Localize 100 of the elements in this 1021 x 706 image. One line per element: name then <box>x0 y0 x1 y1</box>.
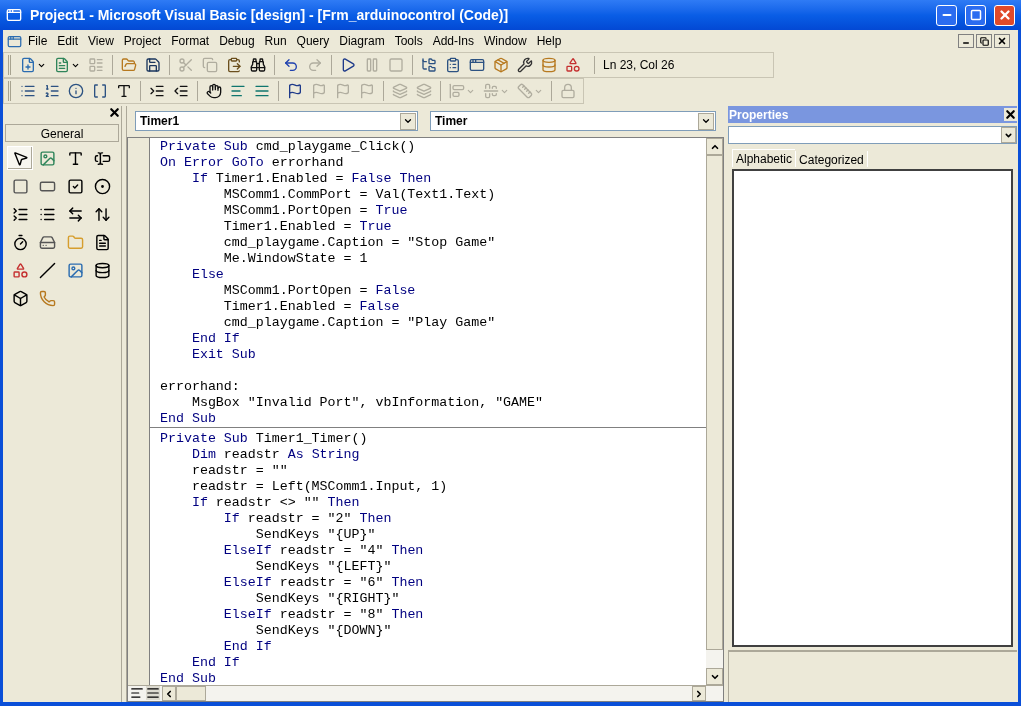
letter-icon <box>66 149 84 167</box>
menu-item[interactable]: Tools <box>390 32 427 50</box>
code-line: Dim readstr As String <box>190 447 360 463</box>
code-line: On Error GoTo errorhand <box>160 155 344 171</box>
shapes-icon <box>565 57 581 73</box>
horizontal-scrollbar[interactable] <box>162 686 706 701</box>
object-dropdown[interactable] <box>728 126 1017 144</box>
code-line: Timer1.Enabled = False <box>222 299 400 315</box>
code-line: MSComm1.PortOpen = False <box>222 283 416 299</box>
code-line: End If <box>190 331 240 347</box>
menu-item[interactable]: Window <box>480 32 531 50</box>
restore-button[interactable] <box>976 34 992 48</box>
ruler-icon <box>517 83 533 99</box>
caret-icon <box>403 116 413 126</box>
wrench-icon <box>517 57 533 73</box>
code-line: End Sub <box>160 411 216 427</box>
minimize-icon <box>962 39 970 47</box>
code-line: ElseIf readstr = "8" Then <box>222 607 424 623</box>
menu-item[interactable]: Edit <box>53 32 83 50</box>
copy-icon <box>202 57 218 73</box>
toolbox-tab[interactable]: General <box>5 124 119 142</box>
menu-item[interactable]: Debug <box>215 32 259 50</box>
redo-arrow-icon <box>307 57 323 73</box>
menu-item[interactable]: Add-Ins <box>428 32 478 50</box>
maximize-icon <box>969 9 982 21</box>
app-icon <box>6 7 22 23</box>
hand-icon <box>206 83 222 99</box>
code-line: readstr = Left(MSComm1.Input, 1) <box>190 479 448 495</box>
close-icon <box>997 36 1007 46</box>
code-line: Private Sub Timer1_Timer() <box>160 431 368 447</box>
code-line: cmd_playgame.Caption = "Stop Game" <box>222 235 496 251</box>
radio-icon <box>94 177 111 195</box>
window-title: Project1 - Microsoft Visual Basic [design] - [Frm_arduinocontrol (Code)] <box>30 5 510 25</box>
minimize-button[interactable] <box>958 34 974 48</box>
code-line: SendKeys "{LEFT}" <box>254 559 392 575</box>
scroll-thumb[interactable] <box>176 686 206 701</box>
close-icon[interactable] <box>1004 108 1017 121</box>
menu-item[interactable]: View <box>84 32 118 50</box>
property-sheet-icon <box>445 57 461 73</box>
code-line: Me.WindowState = 1 <box>222 251 368 267</box>
code-line: ElseIf readstr = "6" Then <box>222 575 424 591</box>
object-dropdown[interactable]: Timer1 <box>135 111 418 131</box>
document-plus-icon <box>20 57 36 73</box>
close-icon <box>997 8 1012 22</box>
telephone-icon <box>39 289 56 307</box>
properties-tab[interactable]: Alphabetic <box>732 149 796 167</box>
code-line: ElseIf readstr = "4" Then <box>222 543 424 559</box>
code-line: errorhand: <box>160 379 240 395</box>
undo-arrow-icon <box>283 57 299 73</box>
toolbox-tool[interactable] <box>7 146 33 170</box>
close-icon[interactable] <box>108 106 121 119</box>
stop-icon <box>388 57 404 73</box>
file-icon <box>94 233 111 251</box>
menu-item[interactable]: Project <box>119 32 166 50</box>
menu-item[interactable]: Run <box>260 32 291 50</box>
code-line: SendKeys "{DOWN}" <box>254 623 392 639</box>
align-icon <box>449 83 465 99</box>
menu-item[interactable]: File <box>24 32 52 50</box>
object-dropdown[interactable]: Timer <box>430 111 716 131</box>
ole-icon <box>11 289 29 307</box>
picture-icon <box>39 149 56 167</box>
numbered-list-icon <box>44 83 60 99</box>
shapes-icon <box>11 261 29 279</box>
text-box-icon <box>94 149 111 167</box>
data-icon <box>94 261 111 279</box>
tree-icon <box>421 57 437 73</box>
check-box-icon <box>66 177 84 195</box>
properties-tab[interactable]: Categorized <box>795 151 868 167</box>
clipboard-icon <box>226 57 242 73</box>
horizontal-scroll-icon <box>66 205 84 223</box>
window-icon <box>469 57 485 73</box>
caret-icon <box>701 116 711 126</box>
menu-item[interactable]: Query <box>292 32 334 50</box>
code-line: End Sub <box>160 671 216 685</box>
flag-icon <box>287 83 303 99</box>
database-icon <box>541 57 557 73</box>
maximize-button[interactable] <box>965 4 986 26</box>
indent-icon <box>149 83 165 99</box>
cursor-position: Ln 23, Col 26 <box>594 56 769 74</box>
drive-icon <box>39 233 56 251</box>
code-line: If readstr <> "" Then <box>190 495 360 511</box>
folder-icon <box>121 57 137 73</box>
full-module-view-icon[interactable] <box>146 686 160 700</box>
layers-icon <box>392 83 408 99</box>
menu-item[interactable]: Diagram <box>335 32 389 50</box>
package-icon <box>493 57 509 73</box>
menu-list-icon <box>88 57 104 73</box>
procedure-view-icon[interactable] <box>130 686 144 700</box>
vertical-scroll-icon <box>94 205 111 223</box>
restore-icon <box>979 36 989 46</box>
code-line: SendKeys "{UP}" <box>254 527 376 543</box>
menu-item[interactable]: Format <box>167 32 214 50</box>
menu-item[interactable]: Help <box>532 32 566 50</box>
lines-icon <box>254 83 270 99</box>
code-line: If Timer1.Enabled = False Then <box>190 171 432 187</box>
code-line: Private Sub cmd_playgame_Click() <box>160 139 416 155</box>
close-button[interactable] <box>994 34 1010 48</box>
layers-icon <box>416 83 432 99</box>
lock-icon <box>560 83 576 99</box>
play-icon <box>340 57 356 73</box>
